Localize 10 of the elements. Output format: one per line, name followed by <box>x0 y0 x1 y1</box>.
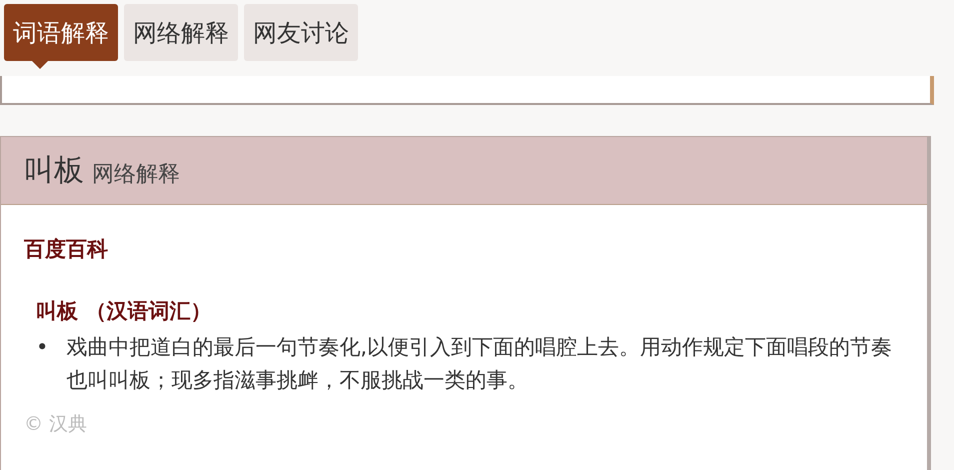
card-title: 叫板 <box>24 152 84 190</box>
card-subtitle: 网络解释 <box>92 160 180 188</box>
bullet-mark: • <box>36 334 48 361</box>
tab[interactable]: 网友讨论 <box>244 4 358 61</box>
definition-text: 戏曲中把道白的最后一句节奏化,以便引入到下面的唱腔上去。用动作规定下面唱段的节奏也叫叫板；现多指滋事挑衅，不服挑战一类的事。 <box>66 334 894 394</box>
tab[interactable]: 词语解释 <box>4 4 118 61</box>
entry-title: 叫板 （汉语词汇） <box>36 298 212 325</box>
tab[interactable]: 网络解释 <box>124 4 238 61</box>
copyright-text: © 汉典 <box>24 412 88 437</box>
source-heading: 百度百科 <box>24 236 109 263</box>
